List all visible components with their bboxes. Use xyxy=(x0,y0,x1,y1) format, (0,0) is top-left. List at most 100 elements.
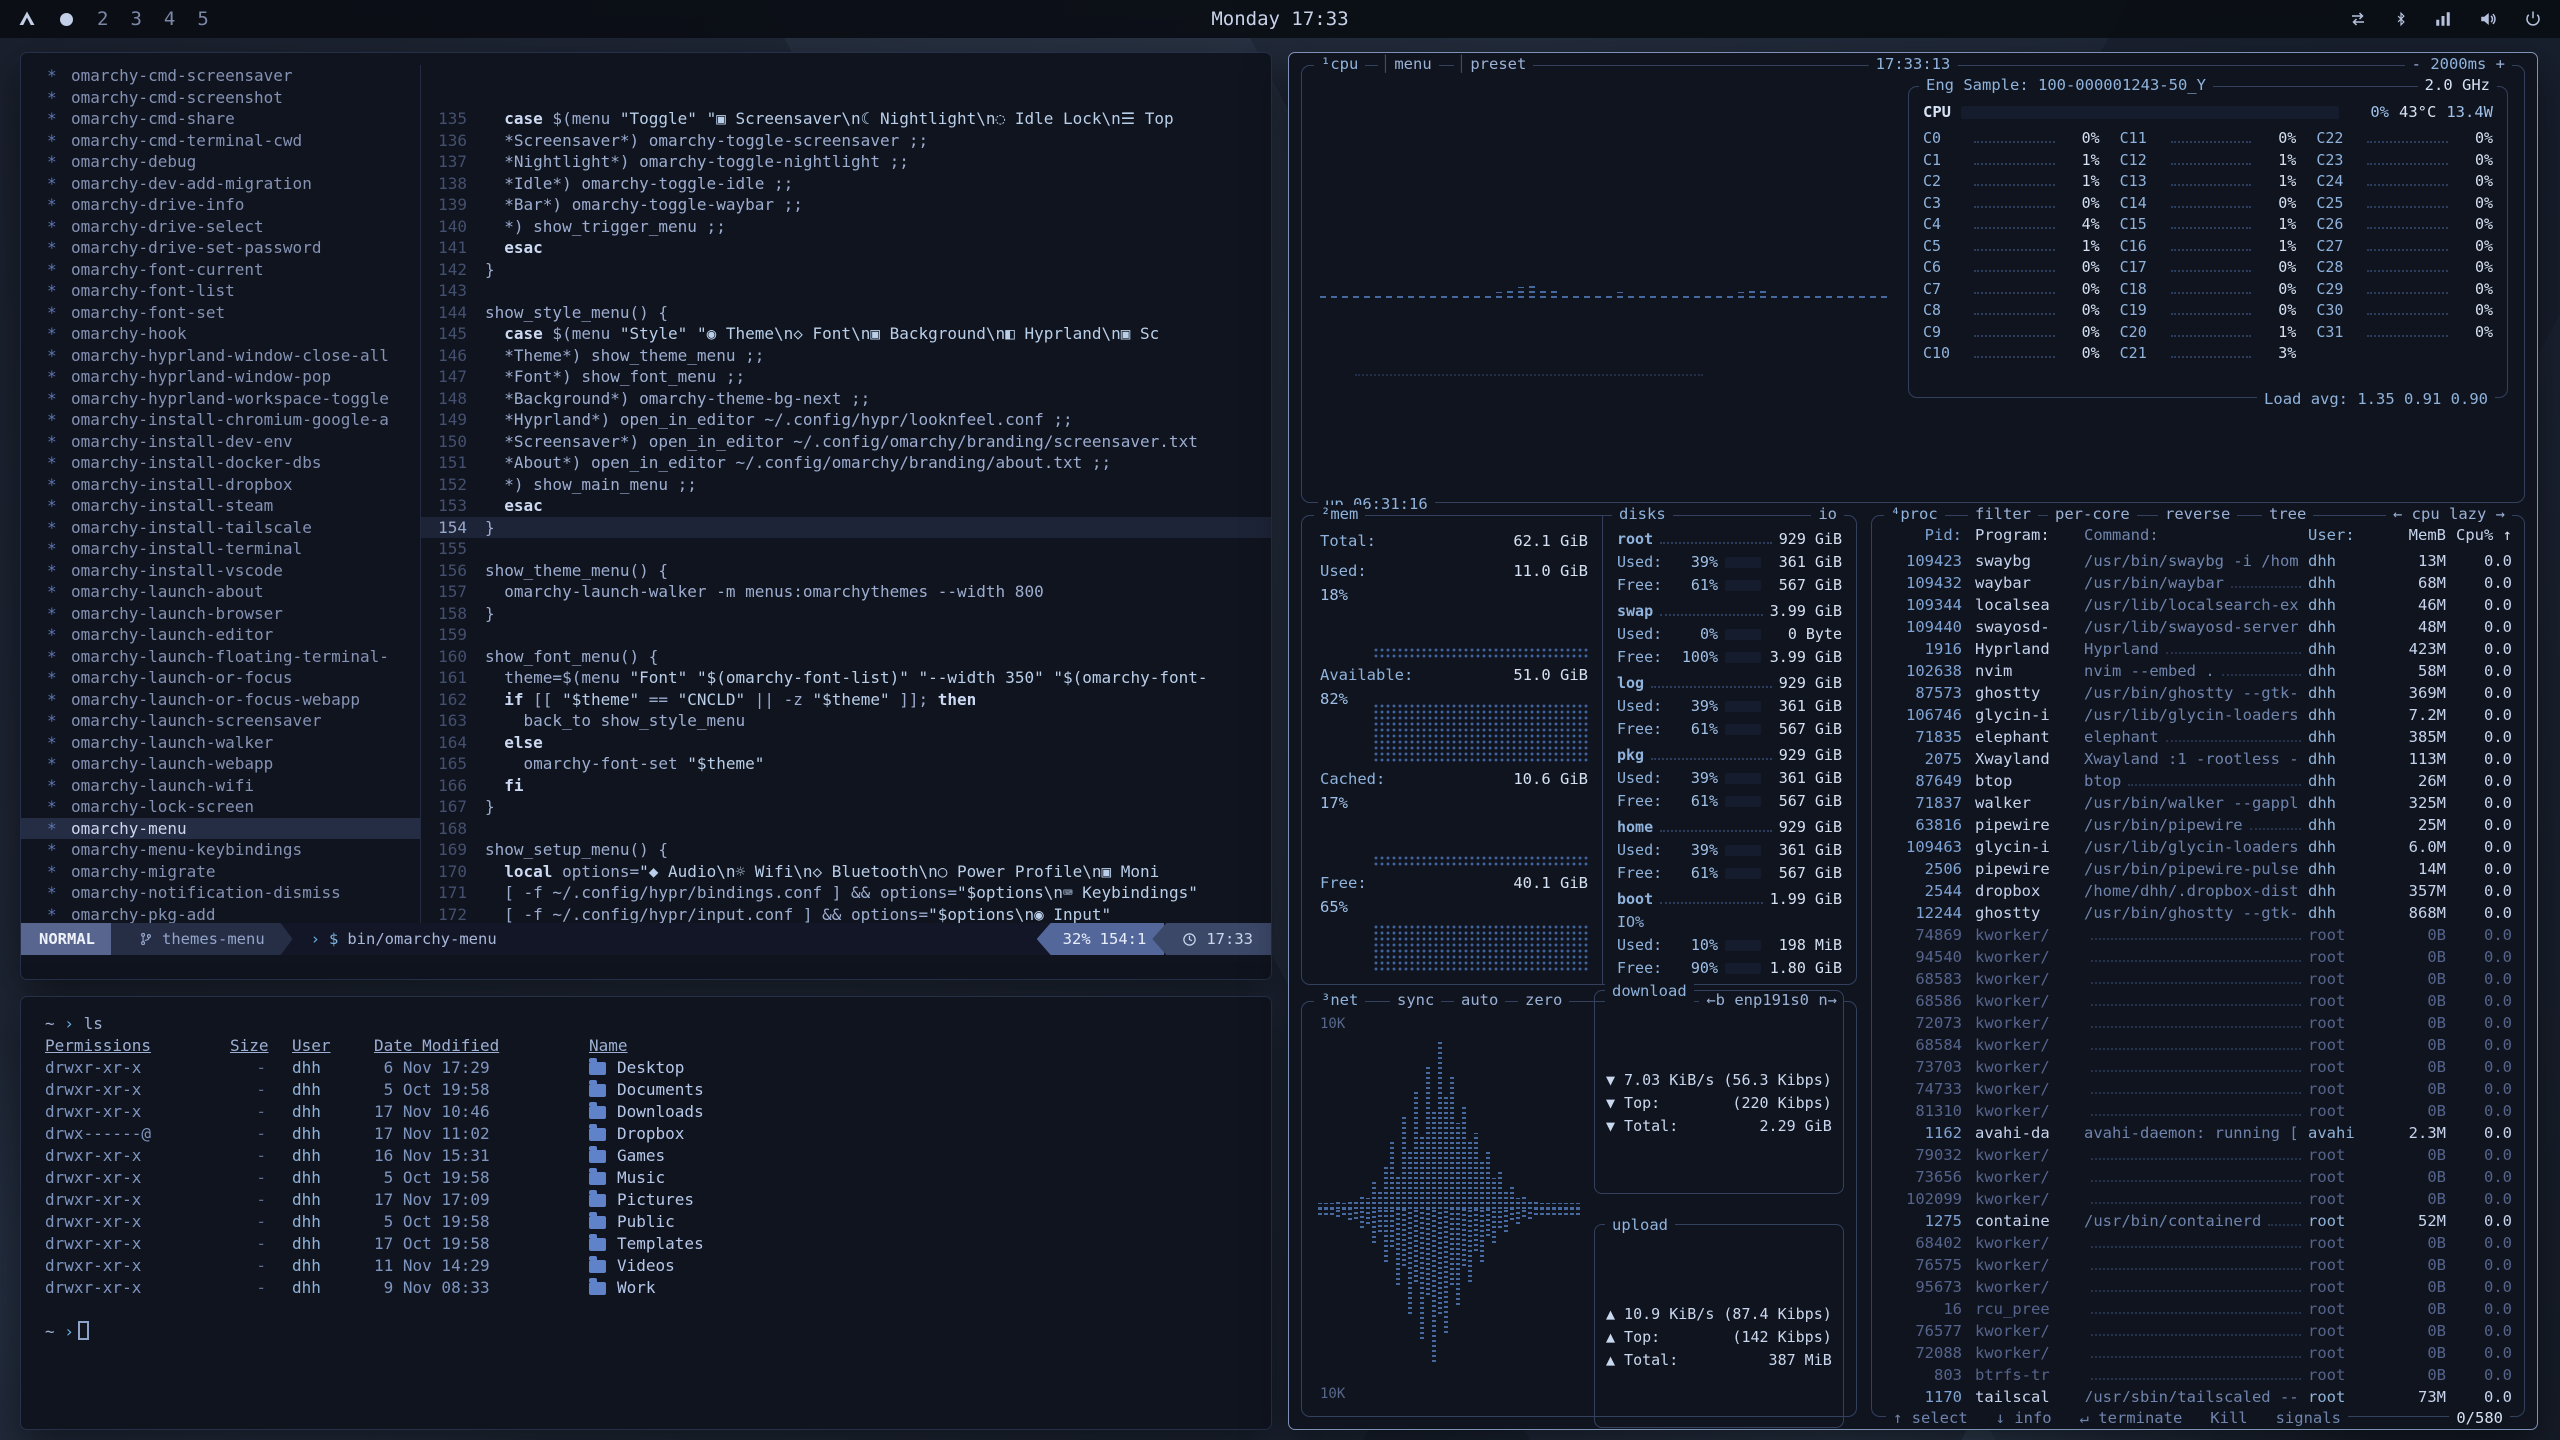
file-item[interactable]: *omarchy-font-current xyxy=(21,259,420,281)
proc-percore-toggle[interactable]: per-core xyxy=(2048,505,2137,523)
file-item[interactable]: *omarchy-install-dev-env xyxy=(21,431,420,453)
file-item[interactable]: *omarchy-install-vscode xyxy=(21,560,420,582)
sort-user[interactable]: User: xyxy=(2308,526,2382,544)
omarchy-logo-icon[interactable] xyxy=(18,10,36,28)
process-row[interactable]: 76575kworker/root0B0.0 xyxy=(1884,1256,2512,1278)
workspace-active-icon[interactable] xyxy=(60,13,73,26)
proc-sort-switcher[interactable]: ← cpu lazy → xyxy=(2386,505,2512,523)
file-item[interactable]: *omarchy-notification-dismiss xyxy=(21,882,420,904)
cpu-tab[interactable]: ¹cpu xyxy=(1314,55,1365,73)
file-item[interactable]: *omarchy-debug xyxy=(21,151,420,173)
file-item[interactable]: *omarchy-drive-set-password xyxy=(21,237,420,259)
disks-tab[interactable]: disks xyxy=(1612,505,1673,523)
file-item[interactable]: *omarchy-drive-select xyxy=(21,216,420,238)
proc-filter-toggle[interactable]: filter xyxy=(1968,505,2038,523)
file-item[interactable]: *omarchy-cmd-terminal-cwd xyxy=(21,130,420,152)
file-item[interactable]: *omarchy-launch-walker xyxy=(21,732,420,754)
file-item[interactable]: *omarchy-install-steam xyxy=(21,495,420,517)
code-pane[interactable]: 135 case $(menu "Toggle" "▣ Screensaver\… xyxy=(421,65,1271,923)
process-row[interactable]: 68402kworker/root0B0.0 xyxy=(1884,1234,2512,1256)
process-row[interactable]: 74869kworker/root0B0.0 xyxy=(1884,926,2512,948)
sort-command[interactable]: Command: xyxy=(2084,526,2308,544)
network-arrows-icon[interactable] xyxy=(2348,10,2368,28)
process-row[interactable]: 109344localsea/usr/lib/localsearch-exdhh… xyxy=(1884,596,2512,618)
sort-cpu[interactable]: Cpu% ↑ xyxy=(2446,526,2512,544)
file-item[interactable]: *omarchy-launch-floating-terminal- xyxy=(21,646,420,668)
net-tab[interactable]: ³net xyxy=(1314,991,1365,1009)
file-item[interactable]: *omarchy-launch-browser xyxy=(21,603,420,625)
file-item[interactable]: *omarchy-install-dropbox xyxy=(21,474,420,496)
process-row[interactable]: 71837walker/usr/bin/walker --gappldhh325… xyxy=(1884,794,2512,816)
file-item[interactable]: *omarchy-launch-or-focus xyxy=(21,667,420,689)
process-row[interactable]: 79032kworker/root0B0.0 xyxy=(1884,1146,2512,1168)
process-row[interactable]: 81310kworker/root0B0.0 xyxy=(1884,1102,2512,1124)
process-row[interactable]: 87649btopbtopdhh26M0.0 xyxy=(1884,772,2512,794)
file-item[interactable]: *omarchy-cmd-screenshot xyxy=(21,87,420,109)
sort-mem[interactable]: MemB xyxy=(2382,526,2446,544)
process-row[interactable]: 73656kworker/root0B0.0 xyxy=(1884,1168,2512,1190)
file-item[interactable]: *omarchy-cmd-share xyxy=(21,108,420,130)
process-row[interactable]: 95673kworker/root0B0.0 xyxy=(1884,1278,2512,1300)
file-item[interactable]: *omarchy-install-docker-dbs xyxy=(21,452,420,474)
workspace-button[interactable]: 5 xyxy=(197,8,208,30)
file-item[interactable]: *omarchy-cmd-screensaver xyxy=(21,65,420,87)
process-row[interactable]: 109440swayosd-/usr/lib/swayosd-serverdhh… xyxy=(1884,618,2512,640)
volume-icon[interactable] xyxy=(2478,10,2498,28)
file-item[interactable]: *omarchy-hyprland-window-pop xyxy=(21,366,420,388)
bluetooth-icon[interactable] xyxy=(2394,10,2408,28)
process-row[interactable]: 2075XwaylandXwayland :1 -rootless -dhh11… xyxy=(1884,750,2512,772)
sort-pid[interactable]: Pid: xyxy=(1884,526,1962,544)
net-zero-toggle[interactable]: zero xyxy=(1518,991,1569,1009)
workspace-button[interactable]: 3 xyxy=(130,8,141,30)
mem-tab[interactable]: ²mem xyxy=(1314,505,1365,523)
process-row[interactable]: 73703kworker/root0B0.0 xyxy=(1884,1058,2512,1080)
process-row[interactable]: 12244ghostty/usr/bin/ghostty --gtk-dhh86… xyxy=(1884,904,2512,926)
file-item[interactable]: *omarchy-launch-editor xyxy=(21,624,420,646)
file-item[interactable]: *omarchy-drive-info xyxy=(21,194,420,216)
sort-program[interactable]: Program: xyxy=(1962,526,2084,544)
file-item[interactable]: *omarchy-launch-screensaver xyxy=(21,710,420,732)
process-row[interactable]: 68583kworker/root0B0.0 xyxy=(1884,970,2512,992)
process-row[interactable]: 1275containe/usr/bin/containerdroot52M0.… xyxy=(1884,1212,2512,1234)
levels-icon[interactable] xyxy=(2434,10,2452,28)
process-row[interactable]: 102099kworker/root0B0.0 xyxy=(1884,1190,2512,1212)
file-item[interactable]: *omarchy-font-list xyxy=(21,280,420,302)
file-item[interactable]: *omarchy-launch-webapp xyxy=(21,753,420,775)
process-row[interactable]: 63816pipewire/usr/bin/pipewiredhh25M0.0 xyxy=(1884,816,2512,838)
proc-tab[interactable]: ⁴proc xyxy=(1884,505,1945,523)
process-row[interactable]: 109432waybar/usr/bin/waybardhh68M0.0 xyxy=(1884,574,2512,596)
process-row[interactable]: 94540kworker/root0B0.0 xyxy=(1884,948,2512,970)
process-row[interactable]: 102638nvimnvim --embed .dhh58M0.0 xyxy=(1884,662,2512,684)
file-item[interactable]: *omarchy-menu-keybindings xyxy=(21,839,420,861)
process-row[interactable]: 1162avahi-daavahi-daemon: running [avahi… xyxy=(1884,1124,2512,1146)
process-row[interactable]: 2506pipewire/usr/bin/pipewire-pulsedhh14… xyxy=(1884,860,2512,882)
process-row[interactable]: 87573ghostty/usr/bin/ghostty --gtk-dhh36… xyxy=(1884,684,2512,706)
file-item[interactable]: *omarchy-launch-wifi xyxy=(21,775,420,797)
proc-footer[interactable]: ↑ select ↓ info ↵ terminate Kill signals xyxy=(1886,1409,2348,1427)
file-item[interactable]: *omarchy-dev-add-migration xyxy=(21,173,420,195)
process-row[interactable]: 109463glycin-i/usr/lib/glycin-loadersdhh… xyxy=(1884,838,2512,860)
process-row[interactable]: 74733kworker/root0B0.0 xyxy=(1884,1080,2512,1102)
file-item[interactable]: *omarchy-install-chromium-google-a xyxy=(21,409,420,431)
net-sync-toggle[interactable]: sync xyxy=(1390,991,1441,1009)
file-item[interactable]: *omarchy-pkg-add xyxy=(21,904,420,924)
file-item[interactable]: *omarchy-hook xyxy=(21,323,420,345)
io-tab[interactable]: io xyxy=(1811,505,1844,523)
file-item[interactable]: *omarchy-font-set xyxy=(21,302,420,324)
process-row[interactable]: 109423swaybg/usr/bin/swaybg -i /homdhh13… xyxy=(1884,552,2512,574)
file-pane[interactable]: *omarchy-cmd-screensaver*omarchy-cmd-scr… xyxy=(21,65,421,923)
terminal-window[interactable]: ~ › ls PermissionsSizeUserDate ModifiedN… xyxy=(20,996,1272,1430)
workspace-button[interactable]: 2 xyxy=(97,8,108,30)
process-row[interactable]: 2544dropbox/home/dhh/.dropbox-distdhh357… xyxy=(1884,882,2512,904)
process-row[interactable]: 803btrfs-trroot0B0.0 xyxy=(1884,1366,2512,1388)
clock[interactable]: Monday 17:33 xyxy=(1211,8,1348,30)
process-row[interactable]: 68586kworker/root0B0.0 xyxy=(1884,992,2512,1014)
file-item[interactable]: *omarchy-menu xyxy=(21,818,420,840)
process-row[interactable]: 72088kworker/root0B0.0 xyxy=(1884,1344,2512,1366)
interval-plus-button[interactable]: + xyxy=(2496,55,2505,73)
proc-rows[interactable]: 109423swaybg/usr/bin/swaybg -i /homdhh13… xyxy=(1884,552,2512,1402)
process-row[interactable]: 71835elephantelephantdhh385M0.0 xyxy=(1884,728,2512,750)
process-row[interactable]: 1916HyprlandHyprlanddhh423M0.0 xyxy=(1884,640,2512,662)
menu-button[interactable]: ▏menu xyxy=(1378,55,1439,73)
proc-reverse-toggle[interactable]: reverse xyxy=(2158,505,2237,523)
